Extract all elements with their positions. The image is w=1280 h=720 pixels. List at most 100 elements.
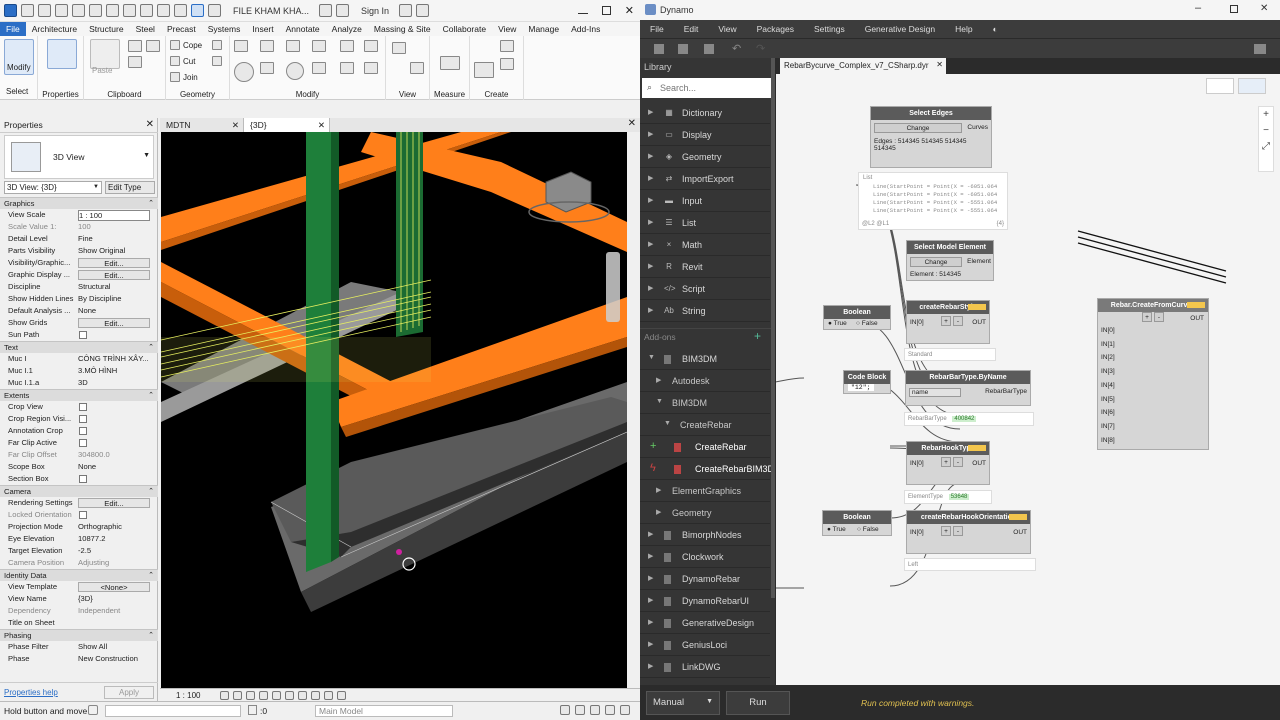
close-icon[interactable]: ✕: [232, 118, 239, 132]
editable-icon[interactable]: [248, 705, 257, 715]
user-icon[interactable]: [336, 4, 350, 17]
output-port[interactable]: OUT: [972, 460, 986, 467]
edit-type-button[interactable]: Edit Type: [105, 181, 155, 194]
sign-in-link[interactable]: Sign In: [361, 6, 389, 16]
property-section[interactable]: Phasing ⌃: [0, 629, 158, 641]
library-category[interactable]: ▶ R Revit: [640, 256, 770, 278]
collapse-icon[interactable]: ⌃: [148, 391, 154, 399]
properties-icon[interactable]: [47, 39, 77, 69]
minimize-icon[interactable]: [577, 8, 588, 14]
tab-structure[interactable]: Structure: [83, 22, 130, 36]
remove-port-button[interactable]: -: [953, 526, 963, 536]
add-on-item[interactable]: ▶ ElementGraphics: [640, 480, 770, 502]
library-search[interactable]: ⌕: [642, 78, 773, 98]
code-input[interactable]: "12";: [848, 384, 874, 391]
pin-icon[interactable]: [364, 40, 378, 52]
join-icon[interactable]: [170, 72, 180, 82]
view-icon[interactable]: [392, 42, 406, 54]
output-port[interactable]: OUT: [1190, 315, 1204, 322]
create-parts-icon[interactable]: [500, 40, 514, 52]
property-value[interactable]: 3.MÔ HÌNH: [78, 366, 150, 375]
library-category[interactable]: ▶ ▬ Input: [640, 190, 770, 212]
node-rebar-bar-type-by-name[interactable]: RebarBarType.ByName name RebarBarType: [905, 370, 1031, 406]
add-on-item[interactable]: ▶ LinkDWG: [640, 656, 770, 678]
property-checkbox[interactable]: [79, 427, 87, 435]
input-port[interactable]: IN[0]: [910, 319, 924, 326]
property-value[interactable]: <None>: [78, 582, 150, 592]
tab-3d[interactable]: {3D} ✕: [244, 118, 330, 132]
save-icon[interactable]: [38, 4, 51, 17]
shadows-icon[interactable]: [259, 691, 268, 700]
screenshot-icon[interactable]: [1254, 44, 1266, 54]
undo-icon[interactable]: [72, 4, 85, 17]
property-value[interactable]: Adjusting: [78, 558, 150, 567]
add-icon[interactable]: +: [754, 329, 761, 343]
input-port[interactable]: IN[7]: [1101, 423, 1115, 430]
align-icon[interactable]: [234, 40, 248, 52]
measure-tool-icon[interactable]: [440, 56, 460, 70]
design-option-dropdown[interactable]: Main Model: [315, 705, 453, 717]
chevron-down-icon[interactable]: ▼: [143, 152, 150, 159]
input-port[interactable]: IN[3]: [1101, 368, 1115, 375]
add-on-item[interactable]: ▶ GenerativeDesign: [640, 612, 770, 634]
cut-icon[interactable]: [170, 56, 180, 66]
node-create-rebar-style[interactable]: createRebarStyle IN[0] + - OUT: [906, 300, 990, 344]
redo-icon[interactable]: ↷: [756, 42, 765, 55]
property-value[interactable]: Show All: [78, 642, 150, 651]
menu-file[interactable]: File: [640, 24, 674, 34]
add-port-button[interactable]: +: [1142, 312, 1152, 322]
show-crop-icon[interactable]: [298, 691, 307, 700]
input-port[interactable]: name: [909, 388, 961, 397]
print-icon[interactable]: [106, 4, 119, 17]
false-radio[interactable]: ○ False: [857, 526, 879, 533]
collapse-icon[interactable]: ⌃: [148, 343, 154, 351]
library-category[interactable]: ▶ ⇄ ImportExport: [640, 168, 770, 190]
menu-help[interactable]: Help: [945, 24, 982, 34]
rotate-icon[interactable]: [286, 62, 304, 80]
tab-insert[interactable]: Insert: [246, 22, 279, 36]
menu-settings[interactable]: Settings: [804, 24, 855, 34]
property-value[interactable]: None: [78, 462, 150, 471]
detail-level-icon[interactable]: [220, 691, 229, 700]
close-icon[interactable]: ✕: [625, 4, 634, 17]
node-code-block[interactable]: Code Block "12";: [843, 370, 891, 394]
property-checkbox[interactable]: [79, 415, 87, 423]
output-port[interactable]: Curves: [967, 124, 988, 131]
property-value[interactable]: 3D: [78, 378, 150, 387]
tab-annotate[interactable]: Annotate: [280, 22, 326, 36]
tab-view[interactable]: View: [492, 22, 522, 36]
true-radio[interactable]: ● True: [828, 320, 847, 327]
search-input[interactable]: [660, 81, 768, 95]
mirror-icon[interactable]: [286, 40, 300, 52]
library-category[interactable]: ▶ </> Script: [640, 278, 770, 300]
add-port-button[interactable]: +: [941, 316, 951, 326]
sun-path-icon[interactable]: [246, 691, 255, 700]
tab-analyze[interactable]: Analyze: [326, 22, 368, 36]
tab-file[interactable]: File: [0, 22, 26, 36]
lock-icon[interactable]: [311, 691, 320, 700]
save-icon[interactable]: [704, 44, 714, 54]
library-category[interactable]: ▶ Ab String: [640, 300, 770, 322]
collapse-icon[interactable]: ⌃: [148, 199, 154, 207]
copy-element-icon[interactable]: [260, 62, 274, 74]
tab-manage[interactable]: Manage: [522, 22, 565, 36]
add-on-item[interactable]: ▶ Geometry: [640, 502, 770, 524]
property-value[interactable]: New Construction: [78, 654, 150, 663]
run-button[interactable]: Run: [726, 691, 790, 715]
input-port[interactable]: IN[0]: [910, 460, 924, 467]
tab-collaborate[interactable]: Collaborate: [437, 22, 492, 36]
property-value[interactable]: By Discipline: [78, 294, 150, 303]
close-hidden-icon[interactable]: [208, 4, 221, 17]
add-on-item[interactable]: ▶ DynamoRebar: [640, 568, 770, 590]
library-category[interactable]: ▶ ▦ Dictionary: [640, 102, 770, 124]
move-icon[interactable]: [234, 62, 254, 82]
new-icon[interactable]: [654, 44, 664, 54]
output-port[interactable]: OUT: [1013, 529, 1027, 536]
menu-view[interactable]: View: [708, 24, 746, 34]
close-icon[interactable]: ✕: [146, 119, 154, 130]
tab-precast[interactable]: Precast: [161, 22, 202, 36]
cope-icon[interactable]: [170, 40, 180, 50]
property-checkbox[interactable]: [79, 331, 87, 339]
close-view-icon[interactable]: ✕: [628, 118, 636, 129]
redo-icon[interactable]: [89, 4, 102, 17]
